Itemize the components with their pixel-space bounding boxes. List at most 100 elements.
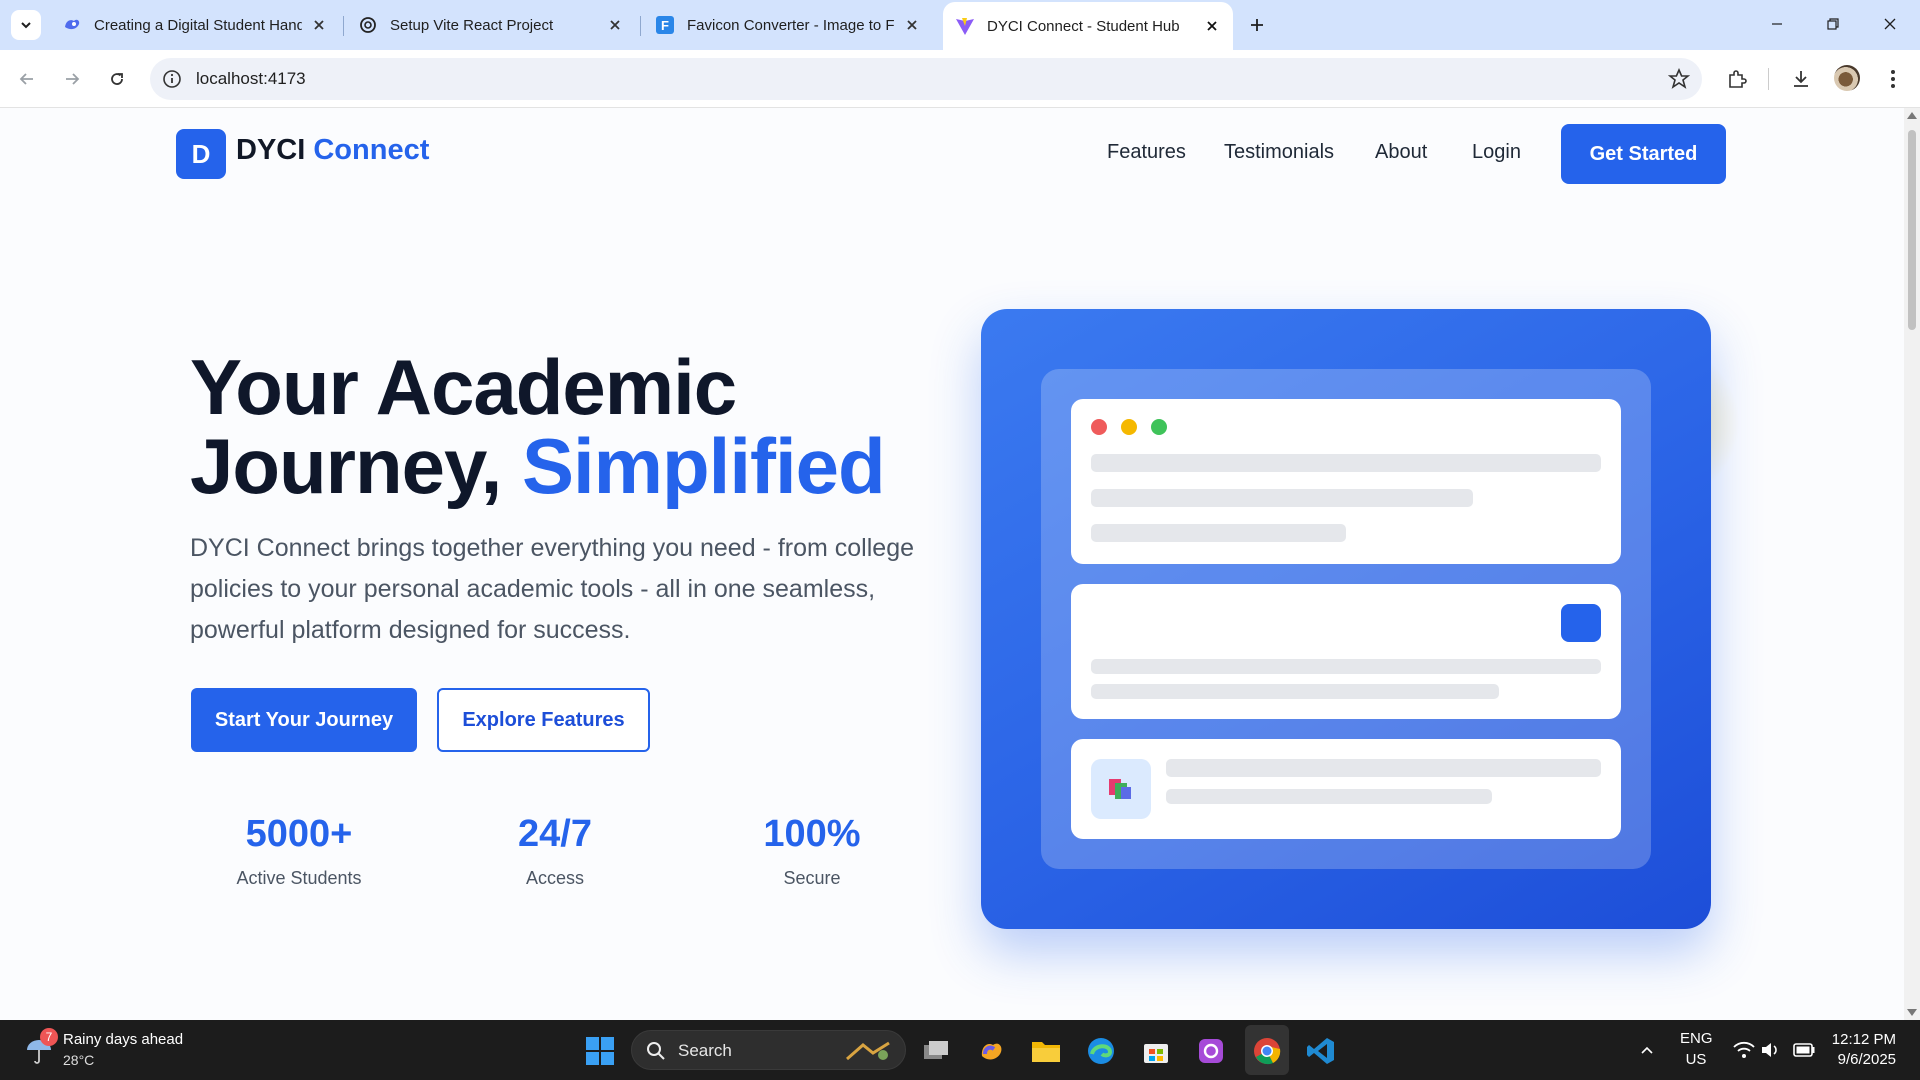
copilot-app-icon[interactable] [974, 1034, 1008, 1068]
svg-text:F: F [661, 18, 669, 33]
tab-separator [640, 16, 641, 36]
proton-app-icon[interactable] [1194, 1034, 1228, 1068]
mockup-card-top [1071, 399, 1621, 564]
close-icon[interactable] [903, 16, 921, 34]
skeleton-line [1091, 489, 1473, 507]
tab-favicon-converter[interactable]: F Favicon Converter - Image to Fa [643, 8, 933, 42]
copilot-icon [62, 15, 82, 35]
stat-label: Secure [783, 868, 841, 888]
get-started-button[interactable]: Get Started [1561, 124, 1726, 184]
hero-title: Your Academic Journey, Simplified [190, 348, 886, 506]
downloads-button[interactable] [1787, 65, 1815, 93]
hero-description: DYCI Connect brings together everything … [190, 534, 914, 644]
tab-separator [343, 16, 344, 36]
tab-search-button[interactable] [11, 10, 41, 40]
back-button[interactable] [11, 63, 43, 95]
stat-access: 24/7 Access [445, 813, 665, 889]
tab-title: DYCI Connect - Student Hub [987, 17, 1180, 35]
forward-button[interactable] [56, 63, 88, 95]
scroll-up-arrow[interactable] [1907, 112, 1917, 119]
region-code: US [1685, 1051, 1707, 1068]
browser-toolbar: localhost:4173 [0, 50, 1920, 108]
vscode-icon[interactable] [1304, 1034, 1338, 1068]
tab-copilot[interactable]: Creating a Digital Student Hand [50, 8, 340, 42]
nav-about[interactable]: About [1375, 141, 1427, 164]
close-icon [1884, 18, 1896, 30]
logo-wordmark[interactable]: DYCI Connect [236, 134, 429, 167]
weather-temp: 28°C [63, 1052, 95, 1068]
show-hidden-icons-button[interactable] [1630, 1034, 1664, 1068]
wifi-icon[interactable] [1733, 1040, 1755, 1060]
scrollbar-thumb[interactable] [1908, 130, 1916, 330]
puzzle-icon [1729, 70, 1747, 88]
tab-title: Setup Vite React Project [390, 16, 554, 34]
chrome-icon[interactable] [1250, 1034, 1284, 1068]
download-icon [1794, 71, 1808, 87]
address-bar[interactable]: localhost:4173 [150, 58, 1702, 100]
new-tab-button[interactable] [1243, 11, 1271, 39]
scroll-down-arrow[interactable] [1907, 1009, 1917, 1016]
minimize-button[interactable] [1754, 8, 1800, 40]
tab-title: Favicon Converter - Image to Fa [687, 16, 895, 34]
chevron-down-icon [21, 22, 31, 29]
language-code: ENG [1680, 1030, 1713, 1047]
toolbar-divider [1768, 68, 1769, 90]
blue-square-icon [1561, 604, 1601, 642]
windows-start-icon[interactable] [585, 1036, 615, 1066]
taskbar: 7 Rainy days ahead 28°C Search ENG US 12… [0, 1020, 1920, 1080]
window-dot-green [1151, 419, 1167, 435]
restore-button[interactable] [1810, 8, 1856, 40]
file-explorer-icon[interactable] [1029, 1034, 1063, 1068]
volume-icon[interactable] [1760, 1040, 1780, 1060]
chevron-up-icon [1641, 1046, 1653, 1054]
taskbar-search[interactable]: Search [631, 1030, 906, 1070]
url-text[interactable]: localhost:4173 [196, 69, 306, 89]
logo-accent: Connect [313, 134, 430, 166]
menu-button[interactable] [1879, 65, 1907, 93]
profile-avatar[interactable] [1834, 65, 1860, 91]
tab-title: Creating a Digital Student Hand [94, 16, 302, 34]
microsoft-store-icon[interactable] [1139, 1034, 1173, 1068]
window-dot-yellow [1121, 419, 1137, 435]
nav-login[interactable]: Login [1472, 141, 1521, 164]
system-clock[interactable]: 12:12 PM 9/6/2025 [1812, 1030, 1896, 1070]
plus-icon [1251, 19, 1263, 31]
close-icon[interactable] [606, 16, 624, 34]
info-icon[interactable] [162, 69, 182, 89]
logo-name: DYCI [236, 134, 306, 166]
task-view-icon[interactable] [919, 1034, 953, 1068]
page-viewport: D DYCI Connect Features Testimonials Abo… [0, 108, 1904, 1020]
reload-button[interactable] [101, 63, 133, 95]
edge-browser-icon[interactable] [1084, 1034, 1118, 1068]
stat-value: 24/7 [518, 813, 592, 855]
tab-dyci-connect[interactable]: DYCI Connect - Student Hub [943, 2, 1233, 50]
logo-mark[interactable]: D [176, 129, 226, 179]
star-icon[interactable] [1668, 68, 1690, 90]
hero-illustration [981, 309, 1711, 929]
tab-vite-setup[interactable]: Setup Vite React Project [346, 8, 636, 42]
nav-features[interactable]: Features [1107, 141, 1186, 164]
nav-testimonials[interactable]: Testimonials [1224, 141, 1334, 164]
search-highlight-icon [846, 1041, 890, 1061]
clock-time: 12:12 PM [1831, 1031, 1896, 1048]
stat-value: 100% [763, 813, 861, 855]
stat-label: Active Students [236, 868, 362, 888]
start-journey-button[interactable]: Start Your Journey [191, 688, 417, 752]
minimize-icon [1772, 23, 1782, 25]
explore-features-button[interactable]: Explore Features [437, 688, 650, 752]
mockup-card-bottom [1071, 739, 1621, 839]
skeleton-line [1091, 684, 1499, 699]
stat-secure: 100% Secure [702, 813, 922, 889]
extensions-button[interactable] [1723, 65, 1751, 93]
close-icon[interactable] [310, 16, 328, 34]
reload-icon [111, 73, 123, 85]
skeleton-line [1166, 789, 1492, 804]
close-window-button[interactable] [1867, 8, 1913, 40]
books-icon [1091, 759, 1151, 819]
page-scrollbar[interactable] [1904, 108, 1920, 1020]
skeleton-line [1091, 454, 1601, 472]
close-icon[interactable] [1203, 17, 1221, 35]
mockup-card-middle [1071, 584, 1621, 719]
tab-strip: Creating a Digital Student Hand Setup Vi… [0, 0, 1920, 50]
openai-icon [358, 15, 378, 35]
